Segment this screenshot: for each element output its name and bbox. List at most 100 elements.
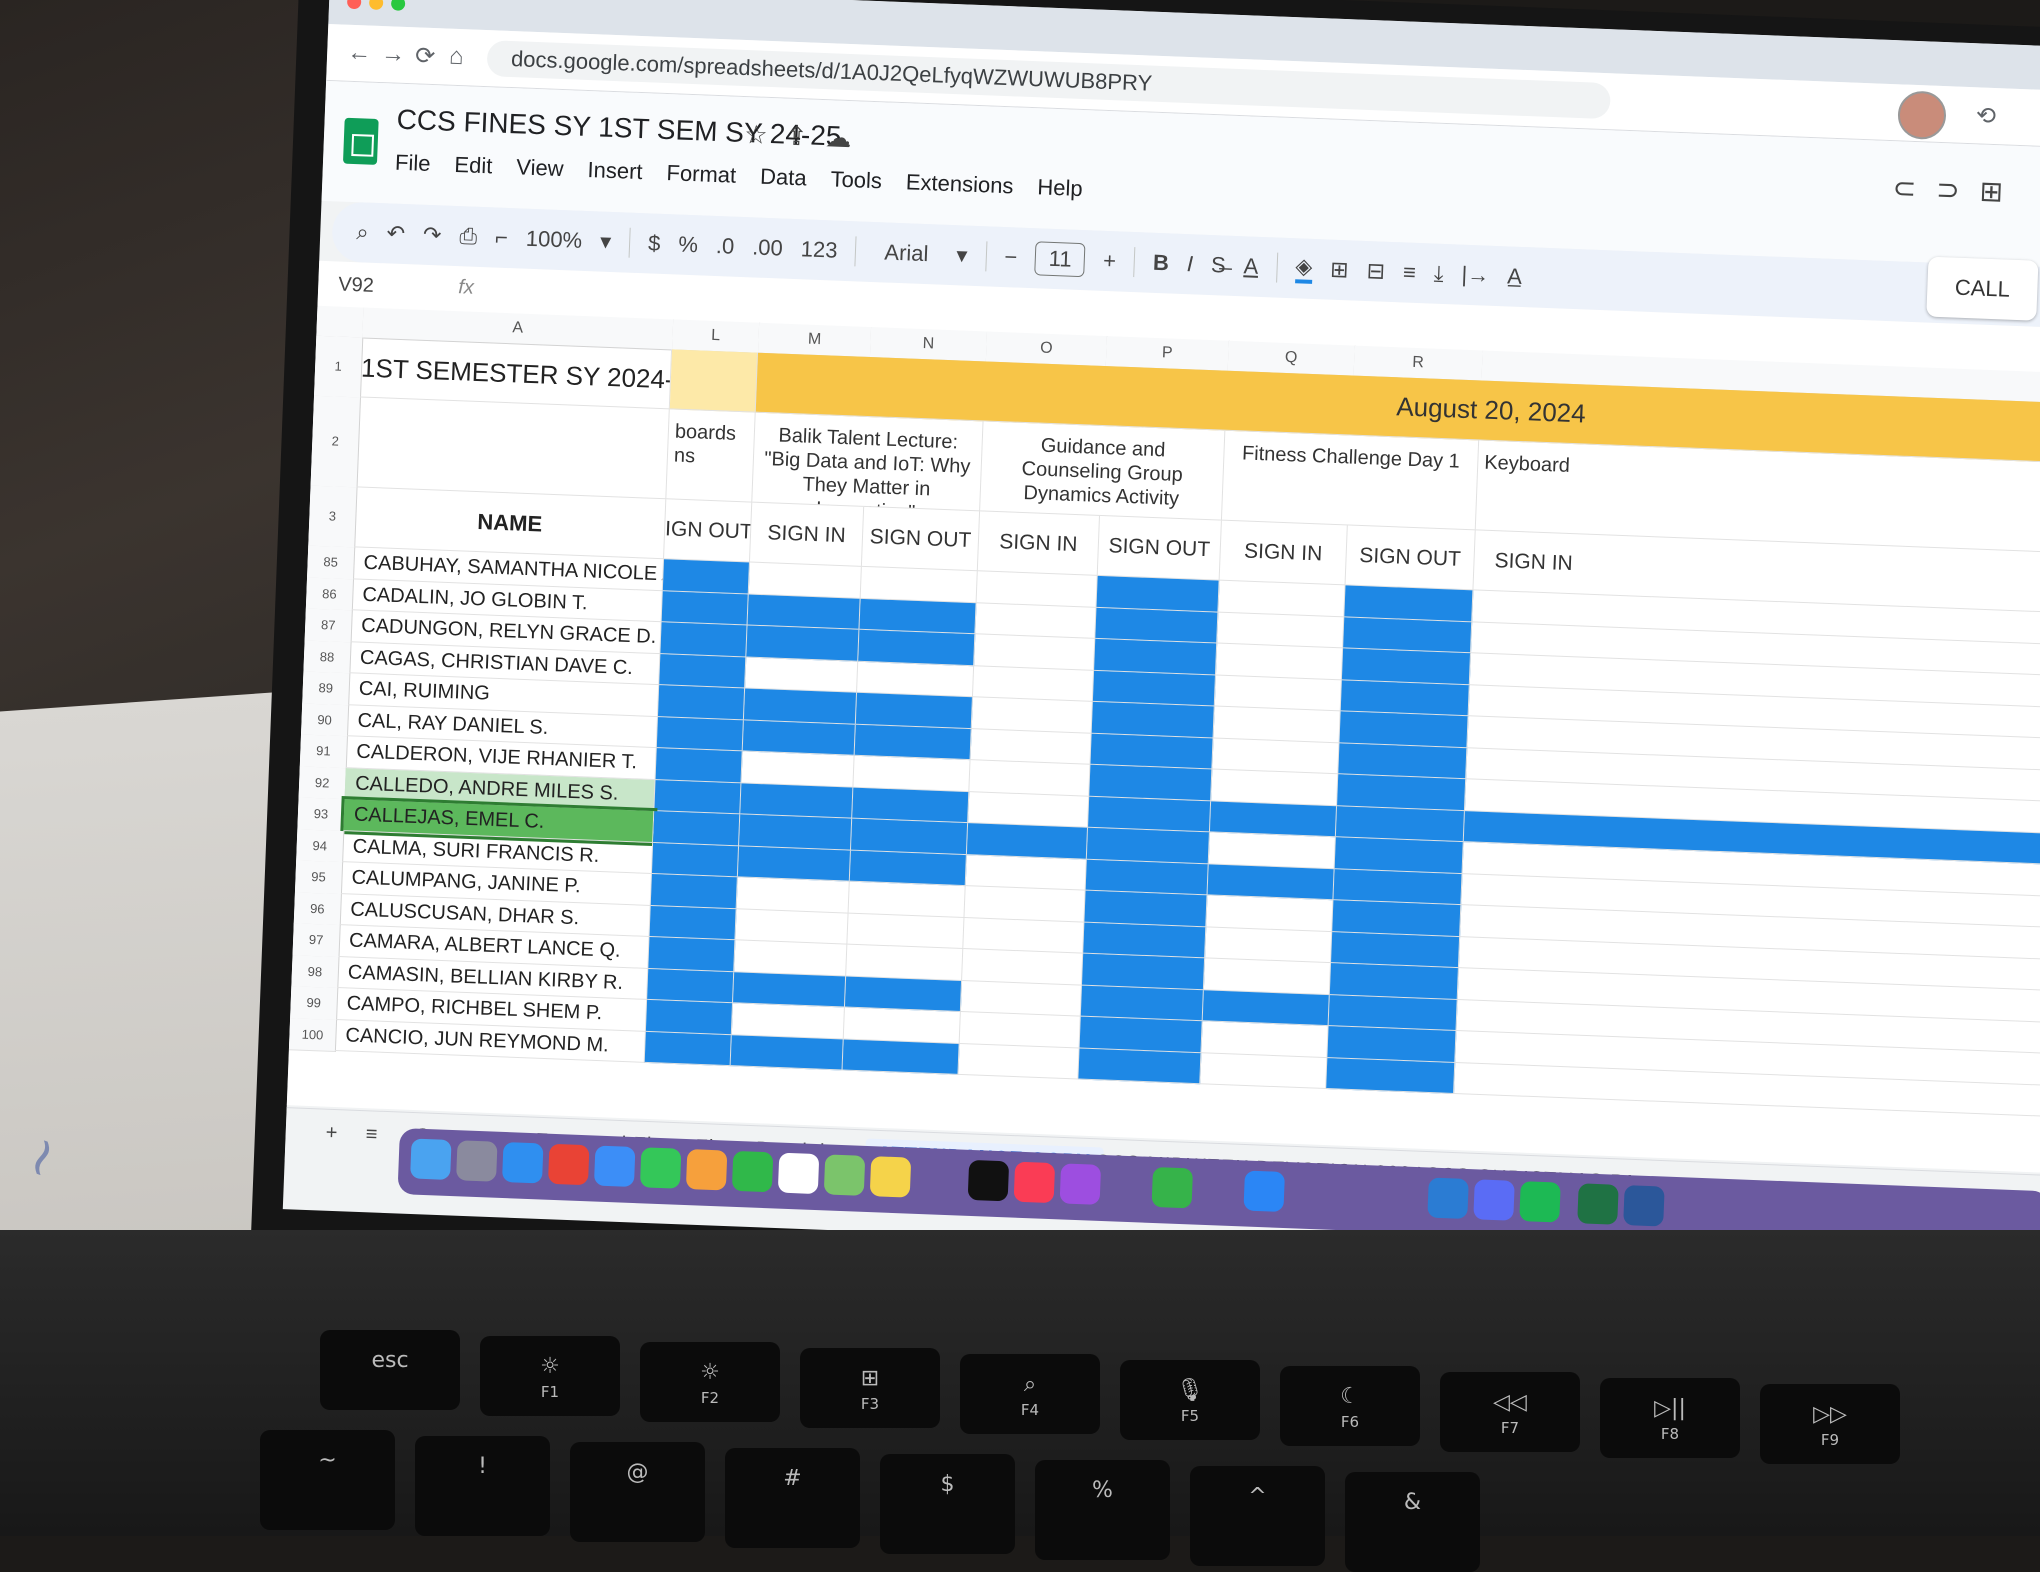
attendance-cell[interactable] [660,622,748,657]
attendance-cell[interactable] [842,1039,960,1075]
all-sheets-icon[interactable]: ≡ [365,1123,379,1146]
row-number[interactable]: 86 [305,577,355,612]
attendance-cell[interactable] [965,854,1087,891]
attendance-cell[interactable] [971,697,1093,734]
row-number[interactable]: 94 [296,828,345,864]
attendance-cell[interactable] [1201,1021,1329,1058]
menu-extensions[interactable]: Extensions [905,169,1014,199]
attendance-cell[interactable] [968,791,1090,828]
attendance-cell[interactable] [844,976,963,1012]
attendance-cell[interactable] [969,760,1091,797]
font-size-input[interactable]: 11 [1034,241,1086,278]
attendance-cell[interactable] [970,728,1092,765]
number-key[interactable]: $ [880,1454,1015,1554]
safari-icon[interactable] [502,1141,544,1184]
name-box[interactable]: V92 [338,274,374,298]
window-close-dot[interactable] [346,0,362,10]
font-select[interactable]: Arial [874,239,939,267]
attendance-cell[interactable] [747,594,861,630]
redo-icon[interactable]: ↷ [423,222,442,249]
row-number[interactable]: 89 [302,671,351,706]
window-zoom-dot[interactable] [390,0,406,11]
cloud-icon[interactable]: ☁ [825,122,870,154]
launchpad-icon[interactable] [456,1140,498,1182]
attendance-cell[interactable] [966,823,1089,860]
attendance-cell[interactable] [737,845,851,882]
finder-icon[interactable] [410,1138,452,1180]
attendance-cell[interactable] [748,562,862,599]
sign-out-header[interactable]: SIGN OUT [1097,515,1222,581]
sign-in-header[interactable]: SIGN IN [1219,520,1348,586]
messenger-icon[interactable] [1473,1179,1515,1221]
attendance-cell[interactable] [740,782,854,819]
row-number[interactable]: 99 [290,986,339,1021]
profile-avatar[interactable] [1897,90,1947,141]
row-number[interactable]: 3 [308,485,358,549]
attendance-cell[interactable] [1085,859,1209,896]
attendance-cell[interactable] [1084,890,1208,927]
attendance-cell[interactable] [843,1007,961,1044]
attendance-cell[interactable] [852,787,970,824]
row-number[interactable]: 91 [299,734,348,769]
attendance-cell[interactable] [662,559,750,595]
attendance-cell[interactable] [1090,733,1214,770]
attendance-cell[interactable] [1338,742,1468,780]
attendance-cell[interactable] [1326,1057,1456,1094]
menu-help[interactable]: Help [1037,174,1083,202]
attendance-cell[interactable] [960,980,1082,1017]
menu-insert[interactable]: Insert [587,157,643,185]
attendance-cell[interactable] [858,629,976,666]
attendance-cell[interactable] [659,653,747,689]
attendance-cell[interactable] [847,913,965,950]
attendance-cell[interactable] [1339,711,1469,748]
reload-icon[interactable]: ⟳ [415,41,436,71]
attendance-cell[interactable] [739,814,853,851]
excel-icon[interactable] [1577,1183,1619,1225]
row-number[interactable]: 92 [298,765,347,801]
add-sheet-icon[interactable]: + [325,1122,339,1145]
attendance-cell[interactable] [1344,585,1474,622]
attendance-cell[interactable] [649,905,737,941]
text-rotate-icon[interactable]: A̲ [1507,263,1523,290]
attendance-cell[interactable] [746,625,860,662]
attendance-cell[interactable] [742,719,856,756]
attendance-cell[interactable] [645,999,734,1035]
attendance-cell[interactable] [859,598,977,635]
attendance-cell[interactable] [1341,648,1471,685]
attendance-cell[interactable] [1091,701,1215,738]
font-size-decrease-icon[interactable]: − [1004,244,1018,270]
star-icon[interactable]: ☆ [744,119,786,151]
attendance-cell[interactable] [959,1011,1081,1049]
function-key[interactable]: ▷|| F8 [1600,1378,1740,1458]
appstore-icon[interactable] [1243,1170,1285,1212]
attendance-cell[interactable] [857,661,975,698]
attendance-cell[interactable] [731,1003,845,1040]
attendance-cell[interactable] [745,656,859,693]
date-banner-cell-l[interactable] [669,349,759,413]
sign-out-header[interactable]: SIGN OUT [861,506,981,572]
row-number[interactable]: 87 [304,608,353,643]
attendance-cell[interactable] [1206,895,1334,932]
comment-add-icon[interactable]: ⊞ [1979,175,2024,208]
text-wrap-icon[interactable]: |→ [1461,262,1490,289]
row-number[interactable]: 88 [303,640,352,675]
undo-icon[interactable]: ↶ [386,220,405,247]
attendance-cell[interactable] [1096,575,1220,613]
attendance-cell[interactable] [1080,985,1204,1022]
attendance-cell[interactable] [964,886,1086,923]
attendance-cell[interactable] [958,1043,1080,1080]
row-number[interactable]: 96 [293,891,342,927]
function-key[interactable]: ⊞ F3 [800,1348,940,1428]
search-icon[interactable]: ⌕ [356,219,369,245]
attendance-cell[interactable] [860,566,978,603]
calendar-icon[interactable] [777,1152,820,1195]
sign-in-header[interactable]: SIGN IN [749,502,865,567]
attendance-cell[interactable] [1078,1048,1202,1085]
merge-cells-icon[interactable]: ⊟ [1366,258,1385,285]
currency-button[interactable]: $ [648,230,661,256]
attendance-cell[interactable] [735,908,849,945]
number-key[interactable]: ! [415,1436,550,1536]
spotify-icon[interactable] [1519,1181,1561,1223]
attendance-cell[interactable] [1335,805,1465,843]
chrome-icon[interactable] [547,1143,590,1186]
